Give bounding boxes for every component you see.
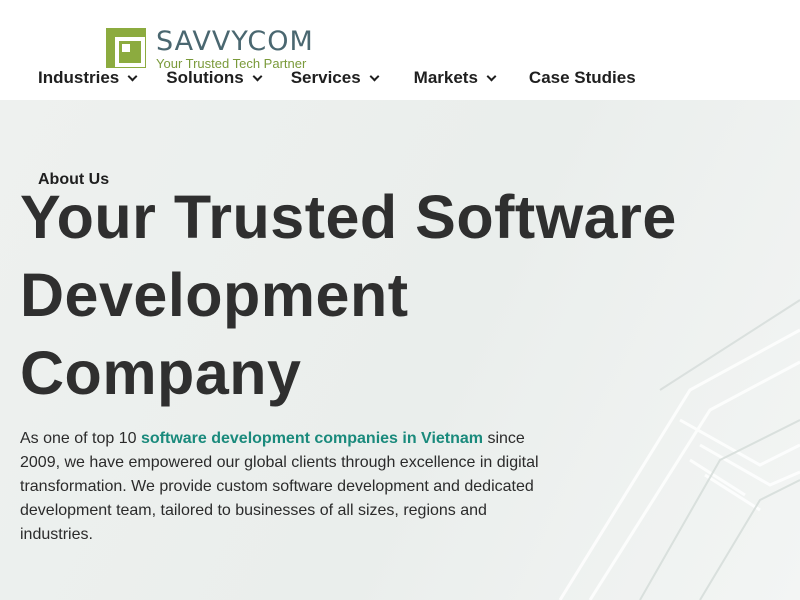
chevron-down-icon xyxy=(369,71,380,81)
nav-item-label: Solutions xyxy=(166,68,244,87)
nav-item-services[interactable]: Services xyxy=(290,68,380,88)
hero-title-line3: Company xyxy=(20,339,302,407)
nav-item-label: Markets xyxy=(413,68,478,87)
nav-item-label: Case Studies xyxy=(528,68,636,87)
main-nav: Industries Solutions Services Markets Ca… xyxy=(38,68,636,88)
chevron-down-icon xyxy=(127,71,138,81)
hero-description: As one of top 10 software development co… xyxy=(20,427,560,547)
nav-item-industries[interactable]: Industries xyxy=(38,68,138,88)
nav-item-case-studies[interactable]: Case Studies xyxy=(529,68,636,88)
savvycom-logo[interactable]: SAVVYCOM Your Trusted Tech Partner xyxy=(106,28,314,71)
hero-title-line1: Your Trusted Software xyxy=(20,183,677,251)
nav-item-label: Industries xyxy=(38,68,120,87)
brand-name: SAVVYCOM xyxy=(156,26,314,57)
desc-prefix: As one of top 10 xyxy=(20,430,141,447)
hero-section: About Us Your Trusted Software Developme… xyxy=(0,100,800,600)
logo-square-icon xyxy=(106,28,146,68)
nav-item-solutions[interactable]: Solutions xyxy=(166,68,263,88)
hero-title-line2: Development xyxy=(20,261,409,329)
logo-text: SAVVYCOM Your Trusted Tech Partner xyxy=(156,28,314,71)
chevron-down-icon xyxy=(486,71,497,81)
nav-item-markets[interactable]: Markets xyxy=(413,68,497,88)
site-header: SAVVYCOM Your Trusted Tech Partner Indus… xyxy=(0,0,800,100)
software-companies-link[interactable]: software development companies in Vietna… xyxy=(141,430,483,447)
nav-item-label: Services xyxy=(290,68,361,87)
hero-title: Your Trusted Software Development Compan… xyxy=(20,178,800,412)
chevron-down-icon xyxy=(252,71,263,81)
